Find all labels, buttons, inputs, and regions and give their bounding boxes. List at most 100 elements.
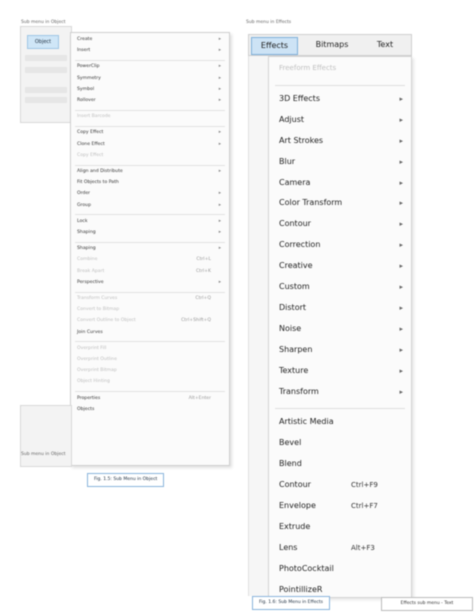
right-item-contour[interactable]: Contour Ctrl+F9 xyxy=(279,476,407,494)
right-item-extrude[interactable]: Extrude xyxy=(279,518,407,536)
chevron-right-icon: ▸ xyxy=(399,94,403,103)
right-item-color-transform[interactable]: Color Transform ▸ xyxy=(279,194,407,212)
chevron-right-icon: ▸ xyxy=(218,246,221,252)
left-item-symbol[interactable]: Symbol ▸ xyxy=(77,85,225,95)
right-item-art-strokes[interactable]: Art Strokes ▸ xyxy=(279,132,407,150)
right-item-distort[interactable]: Distort ▸ xyxy=(279,299,407,317)
menu-item-label: Artistic Media xyxy=(279,417,334,427)
menu-item-label: Perspective xyxy=(77,279,104,285)
right-item-blur[interactable]: Blur ▸ xyxy=(279,153,407,171)
left-item-insert[interactable]: Insert ▸ xyxy=(77,46,225,56)
menu-item-label: PowerClip xyxy=(77,64,100,70)
left-item-clone-effect[interactable]: Clone Effect ▸ xyxy=(77,140,225,150)
menu-item-label: Convert to Bitmap xyxy=(77,307,120,313)
canvas-strip xyxy=(248,56,269,596)
menu-item-label: Symbol xyxy=(77,86,95,92)
right-item-artistic-media[interactable]: Artistic Media xyxy=(279,413,407,431)
menu-item-label: Clone Effect xyxy=(77,141,105,147)
app-window-fragment: Object xyxy=(20,26,72,123)
menu-item-label: Objects xyxy=(77,406,95,412)
left-item-overprint-bitmap: Overprint Bitmap xyxy=(77,366,225,376)
right-item-correction[interactable]: Correction ▸ xyxy=(279,236,407,254)
chevron-right-icon: ▸ xyxy=(399,345,403,354)
menu-separator xyxy=(75,125,225,127)
left-item-properties[interactable]: Properties Alt+Enter xyxy=(77,394,225,404)
tab-effects[interactable]: Effects xyxy=(251,37,298,55)
menu-item-label: Shaping xyxy=(77,246,96,252)
tab-text[interactable]: Text xyxy=(365,37,405,53)
right-item-contour[interactable]: Contour ▸ xyxy=(279,215,407,233)
chevron-right-icon: ▸ xyxy=(399,283,403,291)
chevron-right-icon: ▸ xyxy=(399,136,403,145)
menu-item-label: Properties xyxy=(77,395,101,401)
left-item-shaping[interactable]: Shaping ▸ xyxy=(77,244,225,254)
menu-separator xyxy=(275,408,405,410)
left-item-transform-curves: Transform Curves Ctrl+Q xyxy=(77,294,225,304)
left-item-order[interactable]: Order ▸ xyxy=(77,189,225,199)
left-item-create[interactable]: Create ▸ xyxy=(77,35,225,45)
right-figure-caption: Fig. 1.6: Sub Menu in Effects xyxy=(252,596,330,610)
chevron-right-icon: ▸ xyxy=(218,75,221,81)
left-item-shaping[interactable]: Shaping ▸ xyxy=(77,228,225,238)
left-item-align-and-distribute[interactable]: Align and Distribute ▸ xyxy=(77,167,225,177)
object-tab[interactable]: Object xyxy=(27,35,59,49)
right-item-blend[interactable]: Blend xyxy=(279,455,407,473)
chevron-right-icon: ▸ xyxy=(399,220,403,229)
right-item-adjust[interactable]: Adjust ▸ xyxy=(279,111,407,129)
chevron-right-icon: ▸ xyxy=(218,279,221,285)
left-item-symmetry[interactable]: Symmetry ▸ xyxy=(77,74,225,84)
chevron-right-icon: ▸ xyxy=(218,230,221,235)
chevron-right-icon: ▸ xyxy=(218,130,221,136)
right-item-noise[interactable]: Noise ▸ xyxy=(279,320,407,338)
menu-separator xyxy=(75,391,225,393)
menu-item-label: Group xyxy=(77,202,91,208)
menu-item-label: Adjust xyxy=(279,114,305,124)
menu-item-label: Insert xyxy=(77,48,91,54)
chevron-right-icon: ▸ xyxy=(218,202,221,208)
toolbar-row xyxy=(25,55,67,61)
right-caption: Sub menu in Effects xyxy=(246,20,292,25)
menu-item-label: Break Apart xyxy=(77,268,105,274)
chevron-right-icon: ▸ xyxy=(399,241,403,250)
menu-separator xyxy=(75,214,225,216)
right-item-envelope[interactable]: Envelope Ctrl+F7 xyxy=(279,497,407,515)
left-item-objects[interactable]: Objects xyxy=(77,405,225,415)
right-item-custom[interactable]: Custom ▸ xyxy=(279,278,407,296)
menu-item-label: Color Transform xyxy=(279,198,343,208)
right-item-3d-effects[interactable]: 3D Effects ▸ xyxy=(279,90,407,108)
menu-item-label: Symmetry xyxy=(77,75,101,81)
right-item-photococktail[interactable]: PhotoCocktail xyxy=(279,560,407,578)
left-item-insert-barcode: Insert Barcode xyxy=(77,112,225,122)
right-item-transform[interactable]: Transform ▸ xyxy=(279,383,407,401)
chevron-right-icon: ▸ xyxy=(399,387,403,396)
left-item-fit-objects-to-path[interactable]: Fit Objects to Path xyxy=(77,178,225,188)
left-item-rollover[interactable]: Rollover ▸ xyxy=(77,96,225,106)
right-item-texture[interactable]: Texture ▸ xyxy=(279,362,407,380)
right-item-lens[interactable]: Lens Alt+F3 xyxy=(279,539,407,557)
right-item-camera[interactable]: Camera ▸ xyxy=(279,174,407,192)
left-item-group[interactable]: Group ▸ xyxy=(77,201,225,211)
effects-submenu: Freeform Effects 3D Effects ▸ Adjust ▸ Art St… xyxy=(268,56,412,598)
left-item-perspective[interactable]: Perspective ▸ xyxy=(77,278,225,288)
left-item-copy-effect[interactable]: Copy Effect ▸ xyxy=(77,128,225,138)
right-item-creative[interactable]: Creative ▸ xyxy=(279,257,407,275)
menu-item-label: Custom xyxy=(279,282,310,291)
chevron-right-icon: ▸ xyxy=(399,115,403,124)
menu-separator xyxy=(75,59,225,61)
menu-item-label: Copy Effect xyxy=(77,130,104,136)
menu-separator xyxy=(75,291,225,293)
left-item-powerclip[interactable]: PowerClip ▸ xyxy=(77,62,225,72)
menu-item-shortcut: Alt+F3 xyxy=(351,543,375,552)
right-item-sharpen[interactable]: Sharpen ▸ xyxy=(279,341,407,359)
right-item-bevel[interactable]: Bevel xyxy=(279,434,407,452)
tooltip: Effects sub menu - Text xyxy=(381,597,473,611)
menu-item-label: Art Strokes xyxy=(279,135,324,145)
menu-item-label: Lens xyxy=(279,542,298,552)
tab-bitmaps[interactable]: Bitmaps xyxy=(307,37,357,53)
menu-item-label: Blend xyxy=(279,459,302,469)
left-item-join-curves[interactable]: Join Curves xyxy=(77,328,225,338)
menu-item-label: Overprint Fill xyxy=(77,345,107,351)
toolbar-row xyxy=(25,97,67,103)
menu-item-label: Convert Outline to Object xyxy=(77,318,136,324)
left-item-lock[interactable]: Lock ▸ xyxy=(77,217,225,227)
